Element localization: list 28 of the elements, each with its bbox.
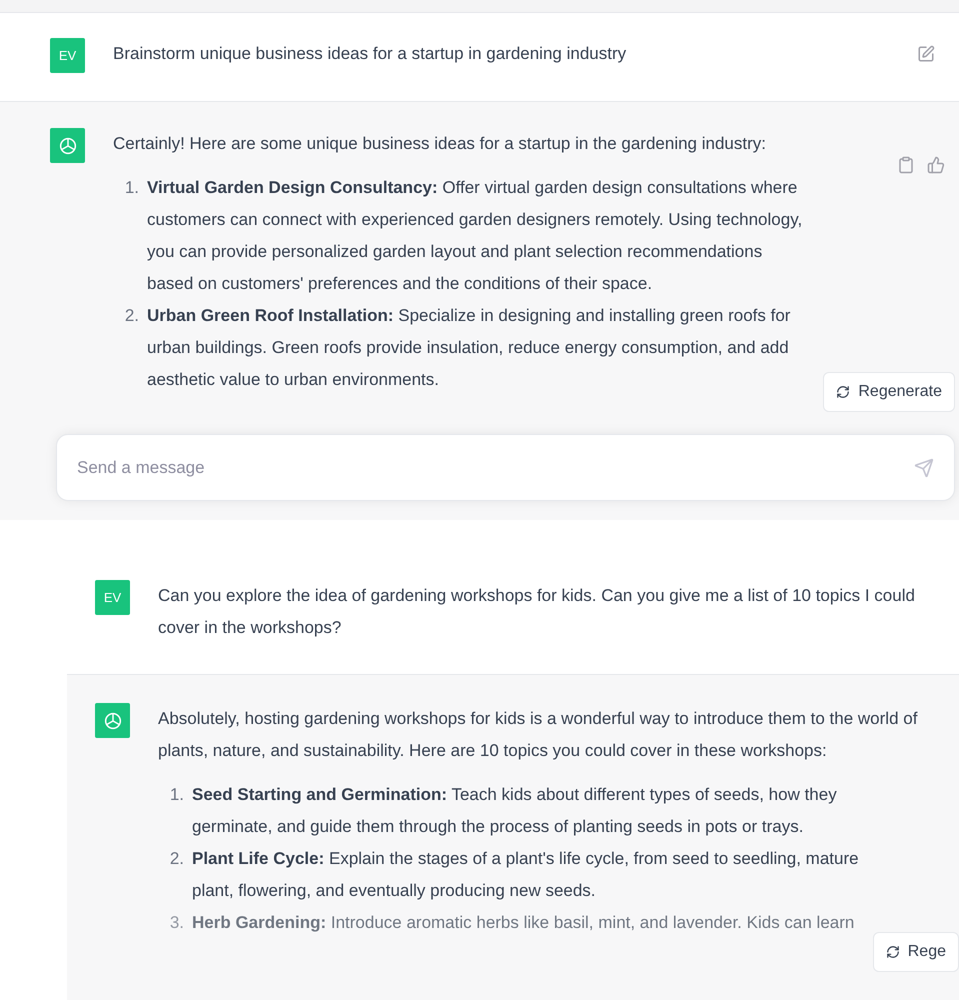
user-avatar: EV bbox=[95, 580, 130, 615]
list-item-text: Plant Life Cycle: Explain the stages of a plant's life cycle, from seed to seedling, mature plant, flowering, and eventually producing new seeds. bbox=[192, 848, 860, 902]
list-item-text: Herb Gardening: Introduce aromatic herbs like basil, mint, and lavender. Kids can learn bbox=[192, 912, 854, 934]
list-number: 1. bbox=[124, 177, 139, 199]
list-number: 2. bbox=[168, 848, 184, 870]
list-item-text: Seed Starting and Germination: Teach kids about different types of seeds, how they germinate, and guide them through the process of planting seeds in pots or trays. bbox=[192, 784, 838, 838]
message-input[interactable]: Send a message bbox=[75, 456, 914, 478]
regenerate-button[interactable]: Rege bbox=[872, 932, 959, 972]
user-avatar: EV bbox=[50, 38, 85, 73]
send-icon[interactable] bbox=[914, 458, 934, 478]
list-number: 2. bbox=[124, 305, 139, 327]
assistant-logo-icon bbox=[50, 128, 85, 163]
refresh-icon bbox=[836, 385, 850, 399]
list-number: 1. bbox=[168, 784, 184, 806]
user-message: Can you explore the idea of gardening workshops for kids. Can you give me a list of 10 topics I could cover in the workshops? bbox=[158, 585, 916, 639]
user-message: Brainstorm unique business ideas for a startup in gardening industry bbox=[113, 43, 628, 65]
assistant-message: Absolutely, hosting gardening workshops for kids is a wonderful way to introduce them to the world of plants, nature, and sustainability. Here are 10 topics you could cover in these workshops: bbox=[158, 708, 918, 762]
thumbs-up-icon[interactable] bbox=[927, 156, 945, 174]
edit-icon[interactable] bbox=[917, 45, 935, 63]
list-item-text: Urban Green Roof Installation: Specialize in designing and installing green roofs for urban buildings. Green roofs provide insulation, reduce energy consumption, and add aesthetic value to urban environments. bbox=[147, 305, 792, 391]
list-number: 3. bbox=[168, 912, 184, 934]
assistant-message: Certainly! Here are some unique business ideas for a startup in the gardening industry: bbox=[113, 133, 767, 155]
assistant-logo-icon bbox=[95, 703, 130, 738]
copy-icon[interactable] bbox=[897, 156, 915, 174]
message-composer[interactable]: Send a message bbox=[56, 434, 955, 501]
list-item-text: Virtual Garden Design Consultancy: Offer virtual garden design consultations where customers can connect with experienced garden designers remotely. Using technology, you can provide personalized garden layout and plant selection recommendations based on customers' preferences and the conditions of their space. bbox=[147, 177, 803, 295]
refresh-icon bbox=[886, 945, 900, 959]
regenerate-button[interactable]: Regenerate bbox=[823, 372, 955, 412]
